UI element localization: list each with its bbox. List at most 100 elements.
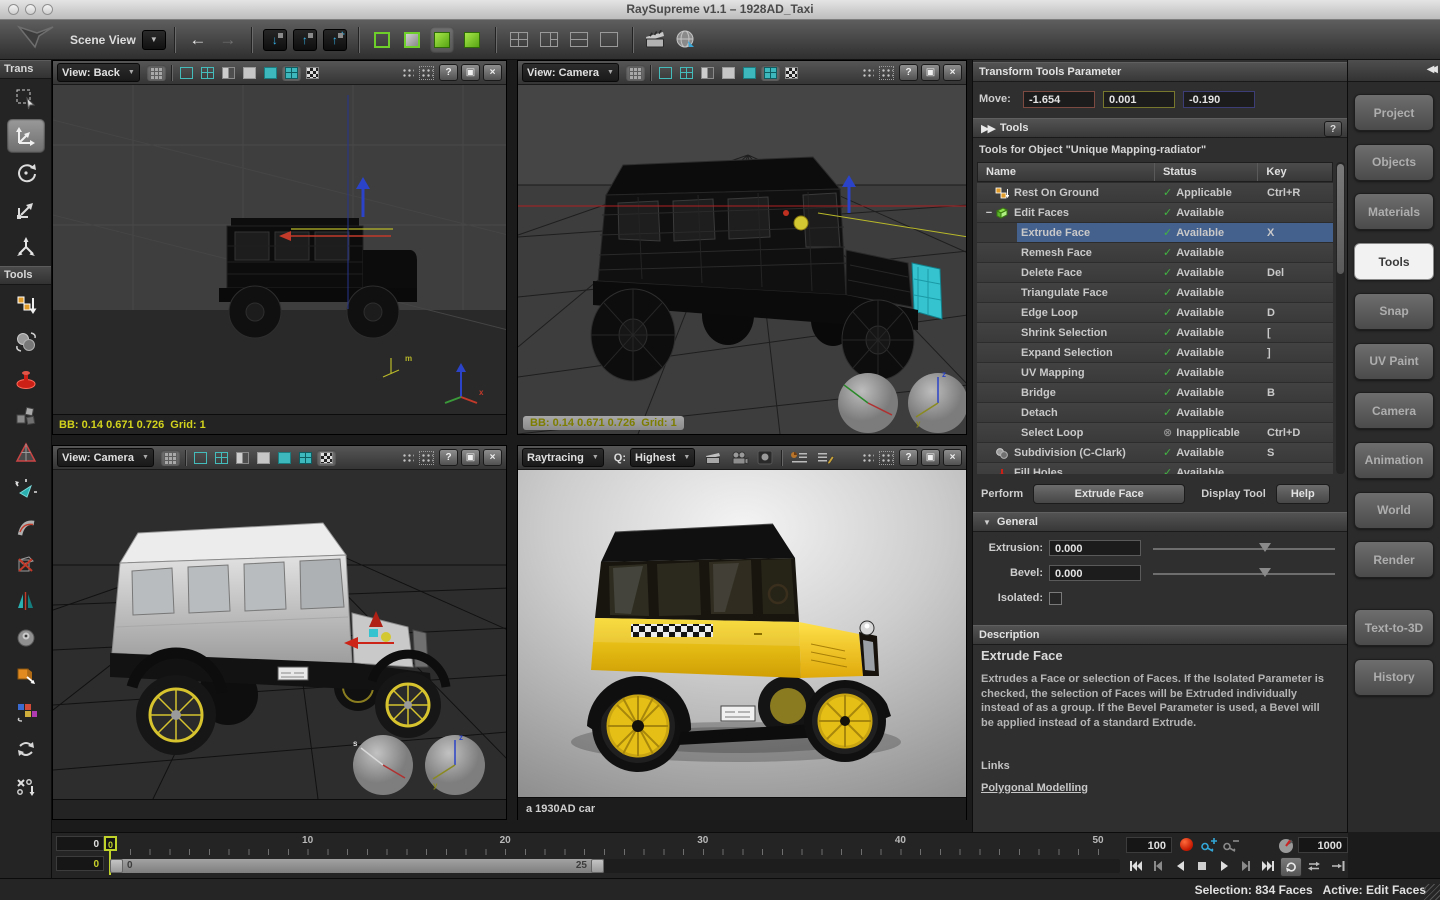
column-key[interactable]: Key — [1258, 163, 1332, 181]
stop-button[interactable] — [1192, 857, 1212, 875]
move-x-field[interactable]: -1.654 — [1023, 91, 1095, 108]
tools-table-scrollbar[interactable] — [1336, 162, 1345, 474]
timeline-track[interactable] — [604, 859, 1120, 873]
layout-quad-button[interactable] — [507, 27, 531, 53]
delete-face-tool-button[interactable] — [7, 547, 45, 581]
shading-flat-button[interactable] — [240, 65, 259, 81]
scene-back-view[interactable]: m x — [53, 85, 506, 414]
remove-keyframe-button[interactable] — [1222, 838, 1239, 857]
add-cube-mixed-button[interactable] — [400, 27, 424, 53]
sphere-eye-tool-button[interactable] — [7, 621, 45, 655]
isolated-checkbox[interactable] — [1049, 592, 1062, 605]
panel-button-snap[interactable]: Snap — [1354, 293, 1434, 330]
total-frames-field[interactable]: 1000 — [1298, 837, 1348, 853]
rest-on-ground-tool-button[interactable] — [7, 288, 45, 322]
detach-tool-button[interactable] — [7, 658, 45, 692]
add-cube-solid-button[interactable] — [460, 27, 484, 53]
shading-solid-button[interactable] — [261, 65, 280, 81]
shading-wireframe-button[interactable] — [191, 450, 210, 466]
triangulate-tool-button[interactable] — [7, 436, 45, 470]
layout-main-left-button[interactable] — [537, 27, 561, 53]
tree-collapse-icon[interactable]: − — [983, 207, 995, 219]
insert-cube-button[interactable] — [430, 27, 454, 53]
add-object-button[interactable]: ↑+ — [323, 27, 347, 53]
shading-dense-wireframe-button[interactable] — [212, 450, 231, 466]
move-z-field[interactable]: -0.190 — [1183, 91, 1255, 108]
next-frame-button[interactable] — [1236, 857, 1256, 875]
playhead[interactable]: 0 — [104, 836, 117, 851]
maximize-dots-icon[interactable] — [401, 67, 414, 79]
swap-tool-button[interactable] — [7, 732, 45, 766]
shading-solid-button[interactable] — [275, 450, 294, 466]
tool-row[interactable]: Remesh Face✓Available — [977, 243, 1333, 262]
add-cube-wire-button[interactable] — [370, 27, 394, 53]
pingpong-playback-button[interactable] — [1304, 857, 1324, 875]
render-mode-select[interactable]: Raytracing ▼ — [522, 448, 604, 467]
axis-tool-button[interactable] — [7, 230, 45, 264]
viewport-float-button[interactable]: ▣ — [461, 64, 480, 81]
fps-field[interactable]: 100 — [1126, 837, 1172, 853]
panel-button-history[interactable]: History — [1354, 659, 1434, 696]
panel-button-animation[interactable]: Animation — [1354, 442, 1434, 479]
remesh-tool-button[interactable] — [7, 399, 45, 433]
expand-selection-tool-button[interactable] — [7, 473, 45, 507]
view-select[interactable]: View: Camera ▼ — [57, 448, 154, 467]
panel-button-world[interactable]: World — [1354, 492, 1434, 529]
shading-half-button[interactable] — [233, 450, 252, 466]
tool-row[interactable]: Expand Selection✓Available] — [977, 343, 1333, 362]
scale-tool-button[interactable] — [7, 193, 45, 227]
previous-frame-button[interactable] — [1148, 857, 1168, 875]
shading-solid-wireframe-button[interactable] — [761, 65, 780, 81]
delete-keys-tool-button[interactable] — [7, 769, 45, 803]
general-section-header[interactable]: ▼ General — [973, 512, 1347, 532]
speed-gauge-button[interactable] — [1278, 838, 1294, 858]
display-grid-button[interactable] — [147, 65, 166, 81]
shading-solid-wireframe-button[interactable] — [296, 450, 315, 466]
render-list-button[interactable] — [787, 449, 811, 467]
range-scrollbar[interactable]: 0 25 — [110, 859, 604, 873]
panel-button-project[interactable]: Project — [1354, 94, 1434, 131]
range-end-handle[interactable] — [591, 859, 604, 873]
tool-row[interactable]: Edge Loop✓AvailableD — [977, 303, 1333, 322]
current-frame-alt-field[interactable]: 0 — [56, 856, 104, 871]
viewport-help-button[interactable]: ? — [439, 64, 458, 81]
scene-view-dropdown-icon[interactable]: ▼ — [142, 30, 166, 50]
shading-checker-button[interactable] — [782, 65, 801, 81]
maximize-dots-icon[interactable] — [401, 452, 414, 464]
tool-row[interactable]: −Edit Faces✓Available — [977, 203, 1333, 222]
tool-row[interactable]: Extrude Face✓AvailableX — [977, 223, 1333, 242]
select-tool-button[interactable] — [7, 82, 45, 116]
viewport-float-button[interactable]: ▣ — [921, 449, 940, 466]
tool-row[interactable]: Shrink Selection✓Available[ — [977, 323, 1333, 342]
layout-rows-button[interactable] — [567, 27, 591, 53]
shading-solid-wireframe-button[interactable] — [282, 65, 301, 81]
collapse-panel-icon[interactable]: ◀◀ — [1427, 64, 1434, 75]
scene-raytraced-render[interactable] — [518, 470, 966, 797]
mirror-tool-button[interactable] — [7, 584, 45, 618]
maximize-dots-icon[interactable] — [861, 452, 874, 464]
perform-extrude-face-button[interactable]: Extrude Face — [1033, 484, 1185, 504]
play-button[interactable] — [1214, 857, 1234, 875]
panel-button-objects[interactable]: Objects — [1354, 144, 1434, 181]
layout-single-button[interactable] — [597, 27, 621, 53]
scene-camera-wireframe[interactable]: z y BB: 0.14 0.671 0.726 Grid: 1 — [518, 85, 966, 434]
range-start-handle[interactable] — [110, 859, 123, 873]
uv-mapping-tool-button[interactable] — [7, 695, 45, 729]
view-select[interactable]: View: Camera ▼ — [522, 63, 619, 82]
extrusion-slider[interactable] — [1153, 541, 1335, 555]
web-publish-button[interactable] — [674, 27, 698, 53]
panel-button-text-to-3d[interactable]: Text-to-3D — [1354, 609, 1434, 646]
polygonal-modelling-link[interactable]: Polygonal Modelling — [981, 782, 1088, 794]
display-grid-button[interactable] — [626, 65, 645, 81]
bend-tool-button[interactable] — [7, 510, 45, 544]
shading-flat-button[interactable] — [719, 65, 738, 81]
maximize-frame-icon[interactable] — [880, 452, 893, 464]
tool-row[interactable]: Fill Holes✓Available — [977, 463, 1333, 474]
shading-wireframe-button[interactable] — [177, 65, 196, 81]
viewport-float-button[interactable]: ▣ — [461, 449, 480, 466]
tool-row[interactable]: Delete Face✓AvailableDel — [977, 263, 1333, 282]
panel-button-uv-paint[interactable]: UV Paint — [1354, 343, 1434, 380]
column-name[interactable]: Name — [978, 163, 1155, 181]
panel-button-tools[interactable]: Tools — [1354, 243, 1434, 280]
viewport-close-button[interactable]: × — [943, 64, 962, 81]
